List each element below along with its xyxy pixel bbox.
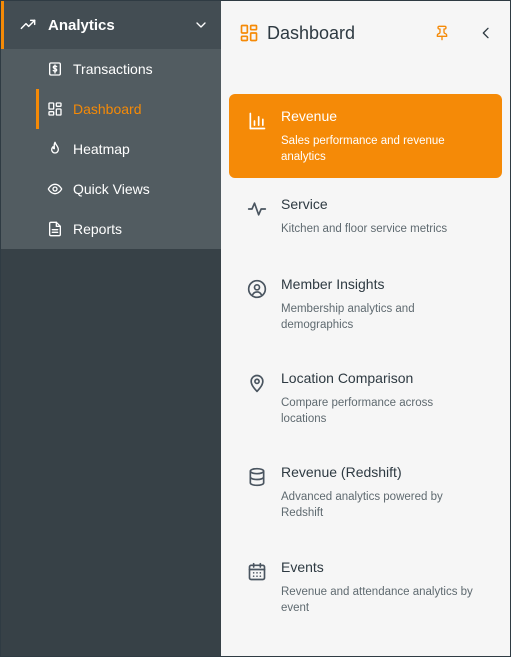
sidebar-item-label: Transactions: [73, 61, 153, 77]
sidebar-item-label: Dashboard: [73, 101, 142, 117]
sidebar-section-analytics[interactable]: Analytics: [1, 1, 221, 49]
dashboard-panel: Dashboard Revenue Sales performance and …: [221, 1, 510, 656]
calendar-icon: [247, 562, 269, 584]
dashboard-card-revenue-redshift[interactable]: Revenue (Redshift) Advanced analytics po…: [229, 450, 502, 545]
card-description: Kitchen and floor service metrics: [281, 223, 448, 235]
card-description: Advanced analytics powered by Redshift: [281, 491, 443, 519]
page-title: Dashboard: [267, 22, 356, 43]
card-title: Revenue (Redshift): [281, 464, 402, 480]
pin-icon[interactable]: [434, 25, 450, 41]
card-title: Events: [281, 559, 324, 575]
panel-header: Dashboard: [221, 1, 510, 77]
sidebar-item-dashboard[interactable]: Dashboard: [1, 89, 221, 129]
dashboard-card-events[interactable]: Events Revenue and attendance analytics …: [229, 545, 502, 635]
flame-icon: [47, 141, 63, 157]
bar-chart-icon: [247, 111, 269, 133]
card-description: Sales performance and revenue analytics: [281, 135, 445, 163]
card-description: Compare performance across locations: [281, 397, 434, 425]
trending-up-icon: [20, 17, 36, 33]
dashboard-card-service[interactable]: Service Kitchen and floor service metric…: [229, 182, 502, 262]
card-title: Revenue: [281, 108, 338, 124]
dashboard-list: Revenue Sales performance and revenue an…: [221, 94, 510, 635]
dashboard-grid-icon: [47, 101, 63, 117]
sidebar: Analytics Transactions Dashboard Heatmap…: [1, 1, 221, 656]
dashboard-card-location-comparison[interactable]: Location Comparison Compare performance …: [229, 356, 502, 450]
document-icon: [47, 221, 63, 237]
sidebar-item-quick-views[interactable]: Quick Views: [1, 169, 221, 209]
pulse-icon: [247, 199, 269, 221]
sidebar-item-heatmap[interactable]: Heatmap: [1, 129, 221, 169]
sidebar-item-label: Heatmap: [73, 141, 130, 157]
eye-icon: [47, 181, 63, 197]
dollar-receipt-icon: [47, 61, 63, 77]
sidebar-item-transactions[interactable]: Transactions: [1, 49, 221, 89]
sidebar-item-label: Reports: [73, 221, 123, 237]
dashboard-card-member-insights[interactable]: Member Insights Membership analytics and…: [229, 262, 502, 356]
sidebar-item-reports[interactable]: Reports: [1, 209, 221, 249]
chevron-down-icon[interactable]: [193, 17, 209, 33]
sidebar-submenu: Transactions Dashboard Heatmap Quick Vie…: [1, 49, 221, 249]
map-pin-icon: [247, 373, 269, 395]
app-window: Analytics Transactions Dashboard Heatmap…: [0, 0, 511, 657]
card-title: Location Comparison: [281, 370, 414, 386]
card-title: Service: [281, 196, 328, 212]
card-description: Revenue and attendance analytics by even…: [281, 586, 473, 614]
card-description: Membership analytics and demographics: [281, 303, 415, 331]
card-title: Member Insights: [281, 276, 385, 292]
dashboard-card-revenue[interactable]: Revenue Sales performance and revenue an…: [229, 94, 502, 178]
user-circle-icon: [247, 279, 269, 301]
chevron-left-icon[interactable]: [478, 25, 494, 41]
dashboard-grid-icon: [239, 23, 259, 43]
sidebar-section-label: Analytics: [48, 16, 115, 34]
sidebar-item-label: Quick Views: [73, 181, 150, 197]
database-icon: [247, 467, 269, 489]
